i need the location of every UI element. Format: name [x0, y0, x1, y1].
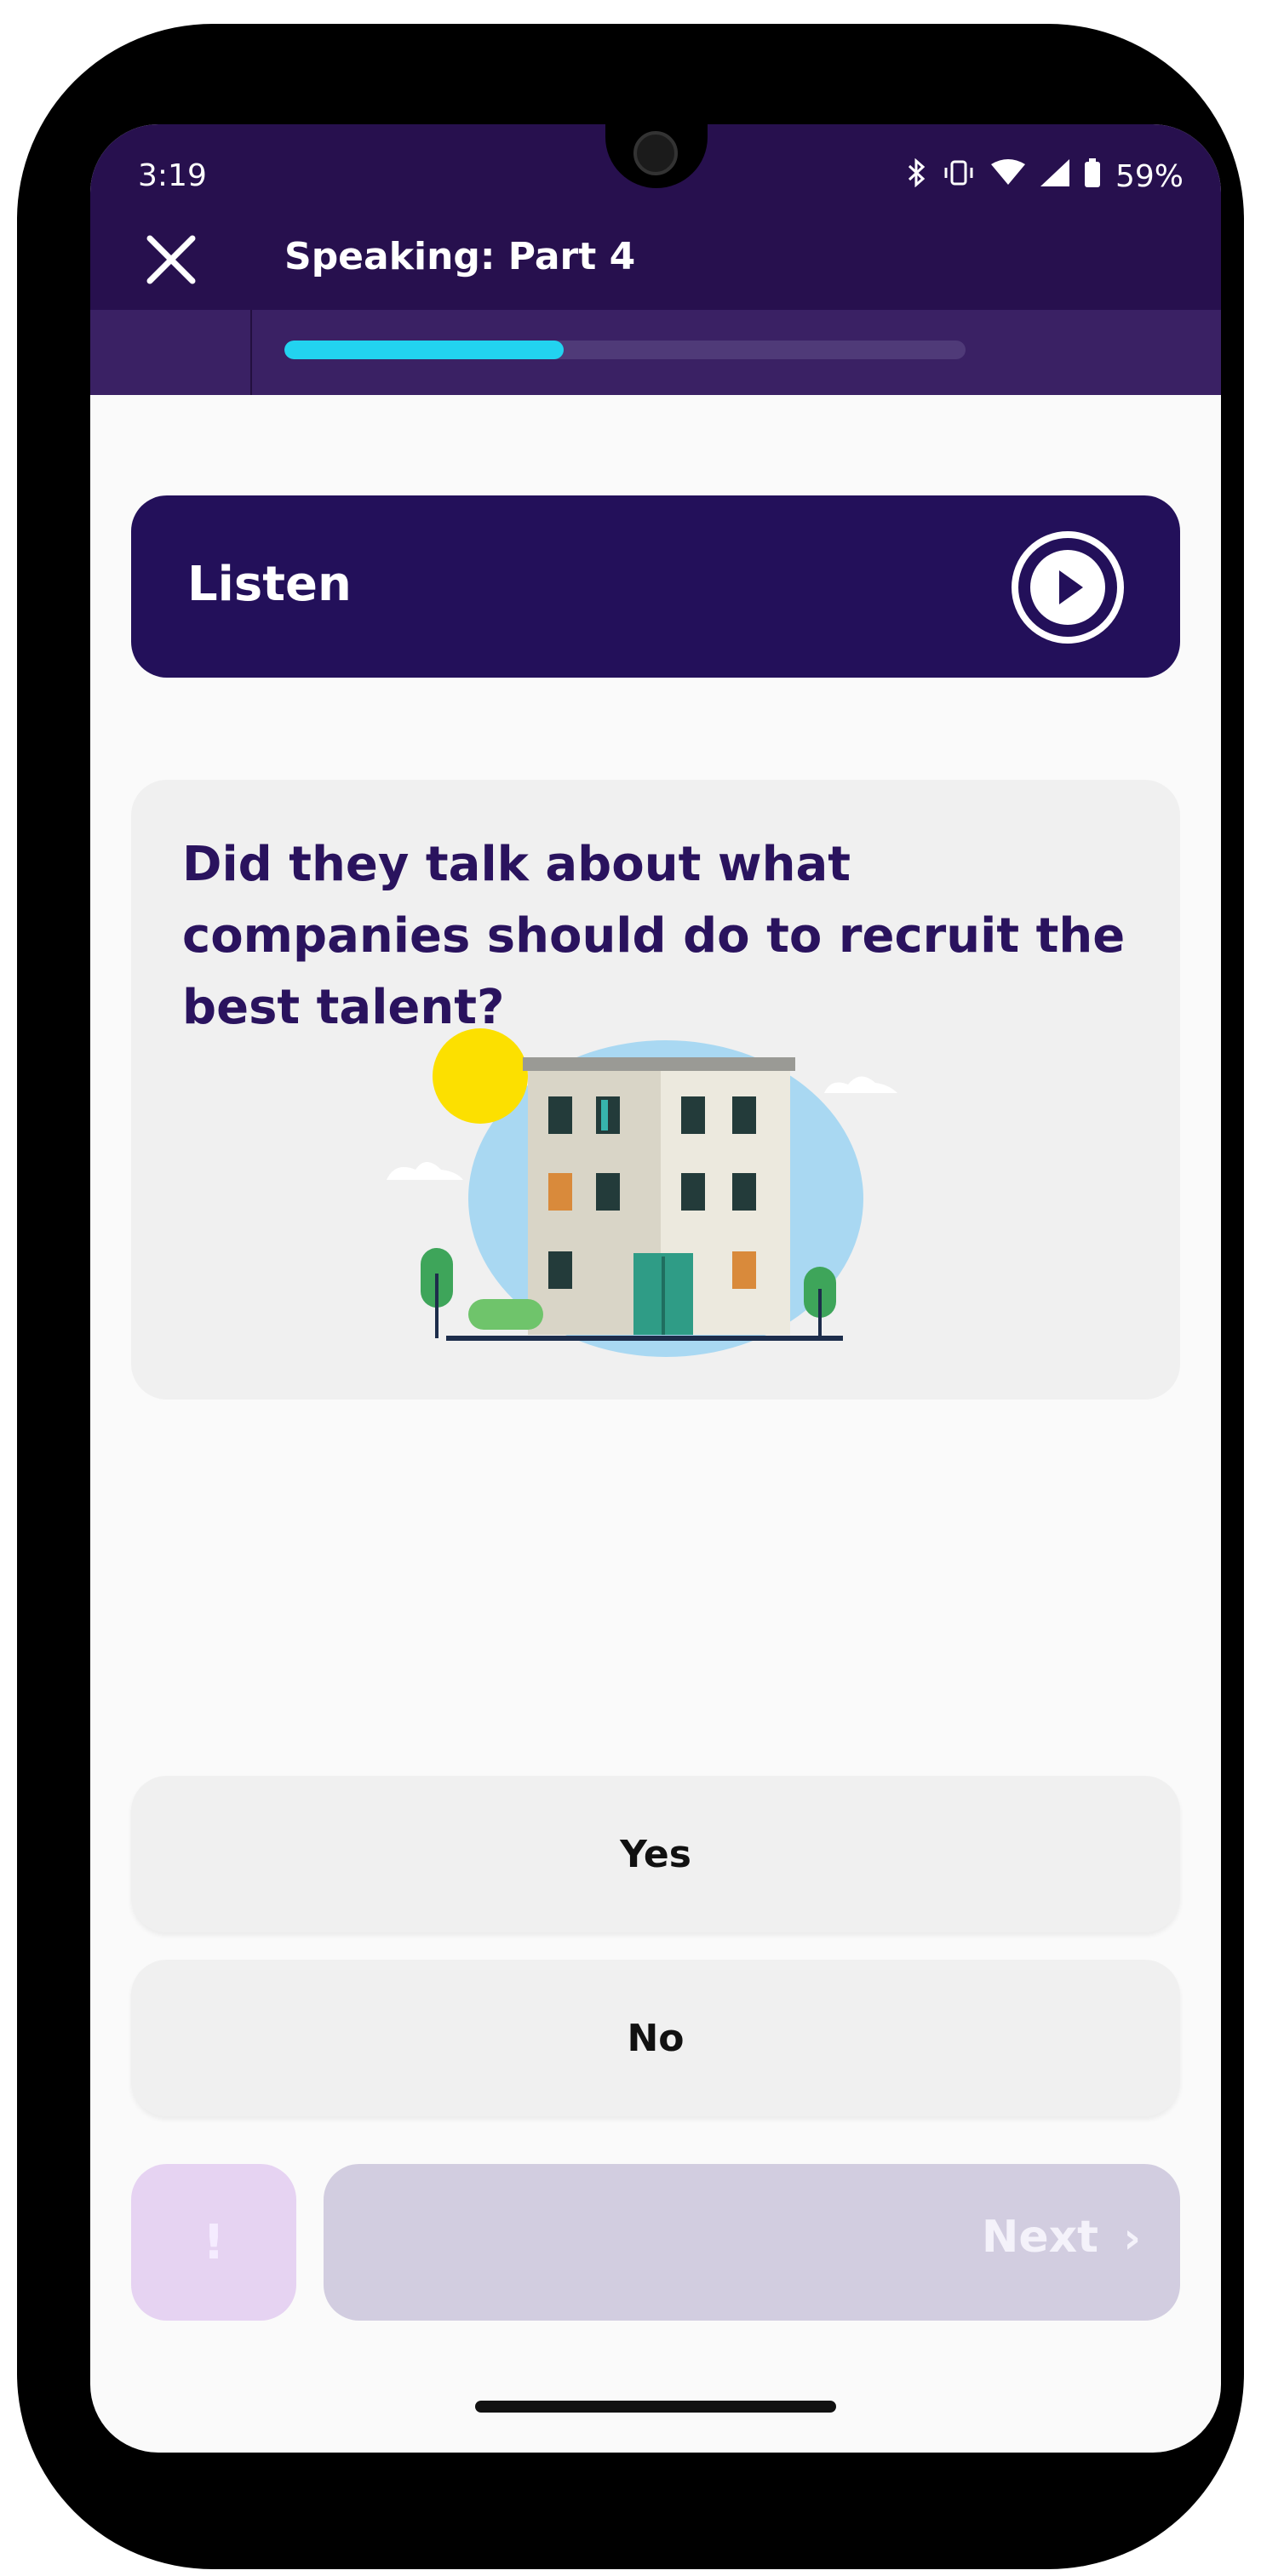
page-title: Speaking: Part 4: [284, 235, 636, 278]
vibrate-icon: [942, 158, 976, 195]
app-header: 3:19 59% Speaking: Part 4: [90, 124, 1221, 395]
listen-label: Listen: [187, 557, 352, 612]
listen-button[interactable]: Listen: [131, 495, 1180, 678]
next-label: Next: [981, 2212, 1098, 2263]
signal-icon: [1040, 159, 1069, 194]
progress-bar: [284, 341, 966, 359]
bluetooth-icon: [908, 157, 926, 195]
app-screen: 3:19 59% Speaking: Part 4 Listen Did the…: [90, 124, 1221, 2453]
report-button[interactable]: !: [131, 2164, 296, 2321]
answer-no-button[interactable]: No: [131, 1960, 1180, 2116]
close-button[interactable]: [141, 230, 201, 289]
question-card: Did they talk about what companies shoul…: [131, 780, 1180, 1400]
next-button[interactable]: Next ›: [324, 2164, 1180, 2321]
phone-frame: 3:19 59% Speaking: Part 4 Listen Did the…: [17, 24, 1244, 2569]
camera-icon: [633, 131, 678, 175]
progress-strip: [90, 310, 1221, 395]
chevron-right-icon: ›: [1123, 2213, 1141, 2263]
office-building-illustration: [387, 1028, 897, 1357]
question-text: Did they talk about what companies shoul…: [182, 837, 1126, 1035]
progress-fill: [284, 341, 564, 359]
answer-yes-button[interactable]: Yes: [131, 1776, 1180, 1932]
close-icon: [146, 235, 196, 284]
progress-divider: [250, 310, 252, 395]
play-icon: [1012, 531, 1124, 644]
home-indicator[interactable]: [475, 2401, 836, 2413]
battery-percentage: 59%: [1115, 159, 1184, 194]
wifi-icon: [990, 159, 1025, 194]
status-icons: 59%: [908, 157, 1184, 195]
battery-icon: [1084, 158, 1100, 195]
status-time: 3:19: [138, 158, 207, 193]
